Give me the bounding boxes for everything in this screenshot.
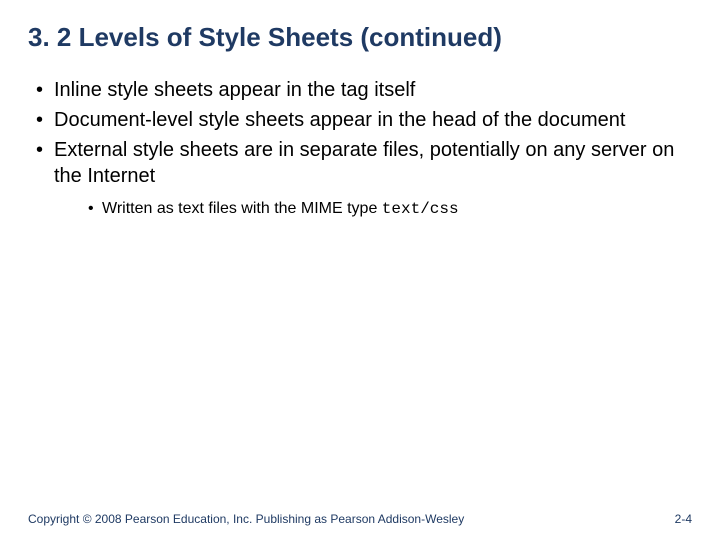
bullet-text: External style sheets are in separate fi… <box>54 139 674 187</box>
bullet-item: Document-level style sheets appear in th… <box>36 107 692 133</box>
mime-type-code: text/css <box>382 200 459 218</box>
slide-title: 3. 2 Levels of Style Sheets (continued) <box>28 22 692 53</box>
sub-bullet-item: Written as text files with the MIME type… <box>88 199 692 220</box>
sub-bullet-list: Written as text files with the MIME type… <box>54 199 692 220</box>
main-bullet-list: Inline style sheets appear in the tag it… <box>28 77 692 220</box>
page-number: 2-4 <box>675 512 692 526</box>
sub-bullet-text: Written as text files with the MIME type <box>102 200 382 217</box>
bullet-item: External style sheets are in separate fi… <box>36 137 692 220</box>
slide-footer: Copyright © 2008 Pearson Education, Inc.… <box>28 512 692 526</box>
copyright-text: Copyright © 2008 Pearson Education, Inc.… <box>28 512 464 526</box>
bullet-item: Inline style sheets appear in the tag it… <box>36 77 692 103</box>
